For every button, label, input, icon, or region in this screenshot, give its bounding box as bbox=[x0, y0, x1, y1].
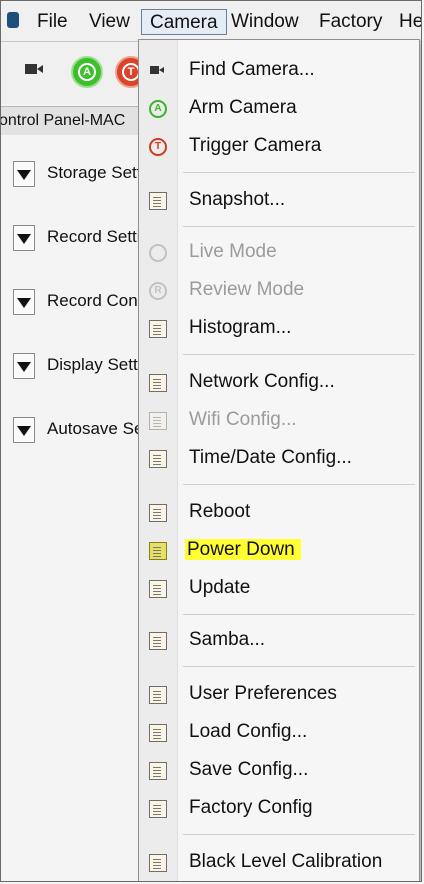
menu-view[interactable]: View bbox=[81, 9, 138, 35]
control-panel-tab[interactable]: ontrol Panel-MAC bbox=[1, 106, 141, 136]
menu-item-factory-config[interactable]: Factory Config bbox=[139, 792, 419, 826]
menu-item-wifi-config[interactable]: Wifi Config... bbox=[139, 404, 419, 438]
menu-item-label: Wifi Config... bbox=[189, 409, 297, 430]
menu-item-label: Samba... bbox=[189, 629, 266, 650]
menu-item-histogram[interactable]: Histogram... bbox=[139, 312, 419, 346]
document-icon bbox=[149, 542, 167, 560]
expand-triangle-icon[interactable] bbox=[13, 225, 35, 251]
menu-item-power-down[interactable]: Power Down bbox=[139, 534, 419, 568]
menu-separator bbox=[183, 614, 415, 615]
menu-file[interactable]: File bbox=[29, 9, 76, 35]
document-icon bbox=[149, 800, 167, 818]
menu-item-load-config[interactable]: Load Config... bbox=[139, 716, 419, 750]
document-icon bbox=[149, 762, 167, 780]
menu-item-arm-camera[interactable]: A Arm Camera bbox=[139, 92, 419, 126]
menu-item-label: Histogram... bbox=[189, 317, 292, 338]
app-logo-icon bbox=[7, 12, 19, 28]
menu-item-trigger-camera[interactable]: T Trigger Camera bbox=[139, 130, 419, 164]
arm-camera-button[interactable]: A bbox=[71, 56, 103, 88]
menu-separator bbox=[183, 484, 415, 485]
menu-item-snapshot[interactable]: Snapshot... bbox=[139, 184, 419, 218]
document-icon bbox=[149, 192, 167, 210]
review-mode-icon: R bbox=[149, 282, 167, 300]
control-panel: Storage Sett Record Settir Record Contr … bbox=[1, 135, 148, 881]
expand-triangle-icon[interactable] bbox=[13, 289, 35, 315]
document-icon bbox=[149, 320, 167, 338]
menu-item-label: Live Mode bbox=[189, 241, 277, 262]
menu-item-time-date-config[interactable]: Time/Date Config... bbox=[139, 442, 419, 476]
camera-menu-dropdown: Find Camera... A Arm Camera T Trigger Ca… bbox=[138, 39, 420, 881]
section-label: Display Settir bbox=[47, 355, 148, 374]
document-icon bbox=[149, 412, 167, 430]
document-icon bbox=[149, 686, 167, 704]
menu-item-label: Review Mode bbox=[189, 279, 305, 300]
document-icon bbox=[149, 724, 167, 742]
menu-item-label: Factory Config bbox=[189, 797, 313, 818]
expand-triangle-icon[interactable] bbox=[13, 417, 35, 443]
menu-camera[interactable]: Camera bbox=[141, 9, 227, 35]
menu-item-label: Arm Camera bbox=[189, 97, 297, 118]
section-label: Record Settir bbox=[47, 227, 147, 246]
arm-icon: A bbox=[78, 63, 96, 81]
toolbar: A T bbox=[1, 42, 147, 104]
menu-item-update[interactable]: Update bbox=[139, 572, 419, 606]
control-panel-title: ontrol Panel-MAC bbox=[1, 112, 126, 129]
menubar: File View Camera Window Factory He bbox=[1, 1, 421, 42]
section-label: Storage Sett bbox=[47, 163, 142, 182]
menu-window[interactable]: Window bbox=[223, 9, 307, 35]
menu-item-reboot[interactable]: Reboot bbox=[139, 496, 419, 530]
menu-item-samba[interactable]: Samba... bbox=[139, 624, 419, 658]
menu-item-find-camera[interactable]: Find Camera... bbox=[139, 54, 419, 88]
menu-item-black-level-calibration[interactable]: Black Level Calibration bbox=[139, 846, 419, 880]
menu-item-label: Black Level Calibration bbox=[189, 851, 383, 872]
menu-separator bbox=[183, 834, 415, 835]
expand-triangle-icon[interactable] bbox=[13, 353, 35, 379]
arm-icon: A bbox=[149, 100, 167, 118]
menu-item-label-wrap: Power Down bbox=[185, 539, 301, 561]
menu-item-user-preferences[interactable]: User Preferences bbox=[139, 678, 419, 712]
menu-item-label: Network Config... bbox=[189, 371, 335, 392]
document-icon bbox=[149, 580, 167, 598]
expand-triangle-icon[interactable] bbox=[13, 161, 35, 187]
menu-item-save-config[interactable]: Save Config... bbox=[139, 754, 419, 788]
menu-item-network-config[interactable]: Network Config... bbox=[139, 366, 419, 400]
menu-item-label: Find Camera... bbox=[189, 59, 315, 80]
menu-item-review-mode[interactable]: R Review Mode bbox=[139, 274, 419, 308]
section-label: Autosave Se bbox=[47, 419, 144, 438]
menu-factory[interactable]: Factory bbox=[311, 9, 390, 35]
document-icon bbox=[149, 450, 167, 468]
window-frame: File View Camera Window Factory He A T o… bbox=[0, 0, 422, 882]
menu-item-label: Trigger Camera bbox=[189, 135, 322, 156]
menu-item-label: User Preferences bbox=[189, 683, 337, 704]
menu-item-label: Update bbox=[189, 577, 251, 598]
document-icon bbox=[149, 632, 167, 650]
section-label: Record Contr bbox=[47, 291, 149, 310]
menu-item-label: Time/Date Config... bbox=[189, 447, 352, 468]
menu-separator bbox=[183, 226, 415, 227]
menu-help[interactable]: He bbox=[391, 9, 421, 35]
menu-item-label: Power Down bbox=[185, 539, 301, 560]
menu-item-label: Load Config... bbox=[189, 721, 308, 742]
menu-separator bbox=[183, 172, 415, 173]
document-icon bbox=[149, 374, 167, 392]
menu-separator bbox=[183, 666, 415, 667]
live-mode-icon bbox=[149, 244, 167, 262]
document-icon bbox=[149, 504, 167, 522]
menu-item-label: Snapshot... bbox=[189, 189, 286, 210]
document-icon bbox=[149, 854, 167, 872]
menu-item-label: Save Config... bbox=[189, 759, 309, 780]
menu-item-label: Reboot bbox=[189, 501, 251, 522]
menu-item-live-mode[interactable]: Live Mode bbox=[139, 236, 419, 270]
trigger-icon: T bbox=[149, 138, 167, 156]
menu-separator bbox=[183, 354, 415, 355]
